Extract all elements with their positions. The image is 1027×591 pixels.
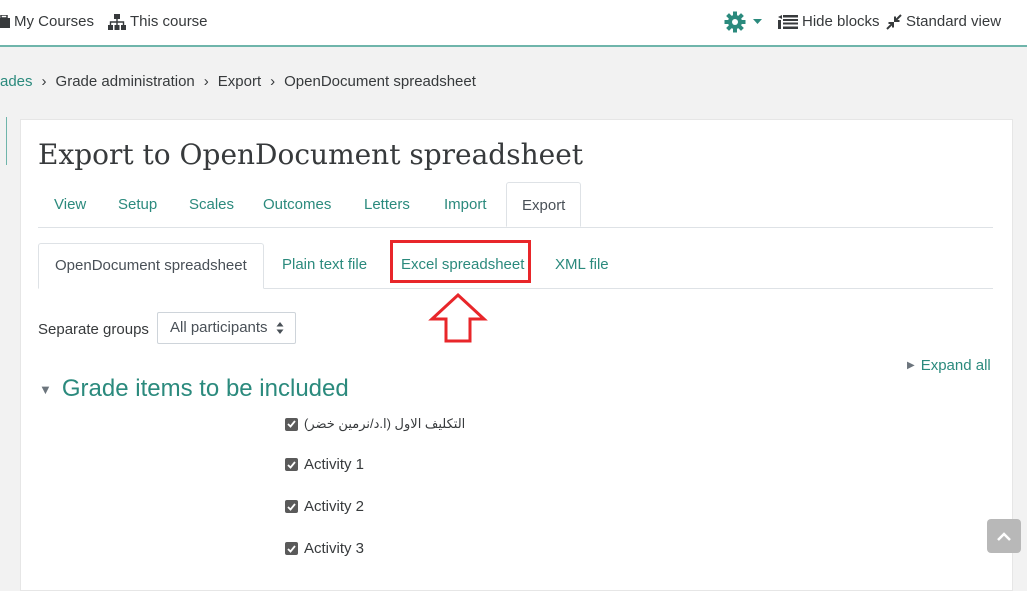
caret-down-icon: ▼	[39, 381, 52, 397]
drawer-edge[interactable]	[0, 117, 7, 165]
hide-blocks-label: Hide blocks	[802, 13, 880, 30]
breadcrumb-grade-administration[interactable]: Grade administration	[56, 73, 195, 90]
scroll-to-top-button[interactable]	[987, 519, 1021, 553]
tab-xml-file[interactable]: XML file	[555, 243, 609, 288]
breadcrumb-grades[interactable]: ades	[0, 73, 33, 90]
grade-item-label: Activity 1	[304, 456, 365, 473]
arrow-up-annotation-icon	[428, 292, 488, 343]
settings-menu-button[interactable]	[724, 11, 766, 33]
this-course-link[interactable]: This course	[108, 13, 208, 30]
grade-item-checkbox-row[interactable]: Activity 3	[285, 540, 364, 557]
breadcrumb-separator: ›	[41, 73, 47, 90]
tab-outcomes[interactable]: Outcomes	[263, 182, 331, 227]
section-title: Grade items to be included	[61, 375, 349, 402]
grade-item-label: Activity 3	[304, 540, 365, 557]
tab-opendocument-spreadsheet[interactable]: OpenDocument spreadsheet	[38, 243, 264, 289]
caret-down-icon	[753, 19, 762, 24]
breadcrumb-export[interactable]: Export	[218, 73, 261, 90]
groups-select-value: All participants	[170, 319, 268, 336]
tab-plain-text-file[interactable]: Plain text file	[282, 243, 367, 288]
breadcrumb: ades › Grade administration › Export › OpenDoc…	[0, 73, 476, 90]
standard-view-button[interactable]: Standard view	[886, 13, 1001, 30]
my-courses-link[interactable]: My Courses	[0, 13, 94, 30]
tab-scales[interactable]: Scales	[189, 182, 234, 227]
check-icon	[287, 420, 296, 428]
grade-item-checkbox-row[interactable]: التكليف الاول (ا.د/نرمين خضر)	[285, 416, 465, 432]
checkbox[interactable]	[285, 417, 298, 431]
page-title: Export to OpenDocument spreadsheet	[38, 138, 584, 171]
tab-setup[interactable]: Setup	[118, 182, 157, 227]
grade-item-checkbox-row[interactable]: Activity 1	[285, 456, 364, 473]
this-course-label: This course	[130, 13, 208, 30]
check-icon	[287, 544, 296, 553]
list-icon	[778, 14, 798, 29]
checkbox[interactable]	[285, 458, 298, 471]
grade-item-checkbox-row[interactable]: Activity 2	[285, 498, 364, 515]
breadcrumb-separator: ›	[203, 73, 209, 90]
my-courses-label: My Courses	[14, 13, 95, 30]
groups-select[interactable]: All participants	[157, 312, 296, 344]
grade-item-label: التكليف الاول (ا.د/نرمين خضر)	[304, 416, 466, 431]
chevron-up-icon	[997, 531, 1011, 541]
highlight-annotation-box	[390, 240, 531, 283]
breadcrumb-separator: ›	[270, 73, 276, 90]
tab-export[interactable]: Export	[506, 182, 582, 227]
grade-item-label: Activity 2	[304, 498, 365, 515]
briefcase-icon	[0, 15, 10, 28]
primary-tabs: View Setup Scales Outcomes Letters Impor…	[38, 182, 993, 228]
standard-view-label: Standard view	[906, 13, 1002, 30]
top-navbar: My Courses This course Hide blocks Stand…	[0, 0, 1027, 47]
breadcrumb-current: OpenDocument spreadsheet	[284, 73, 476, 90]
expand-all-link[interactable]: ▶ Expand all	[907, 357, 991, 374]
caret-right-icon: ▶	[907, 360, 915, 371]
sitemap-icon	[108, 13, 126, 30]
tab-letters[interactable]: Letters	[364, 182, 410, 227]
gear-icon	[724, 11, 746, 33]
tab-import[interactable]: Import	[444, 182, 487, 227]
tab-view[interactable]: View	[54, 182, 86, 227]
check-icon	[287, 460, 296, 469]
checkbox[interactable]	[285, 500, 298, 513]
checkbox[interactable]	[285, 542, 298, 555]
hide-blocks-button[interactable]: Hide blocks	[778, 13, 880, 30]
expand-all-label: Expand all	[920, 357, 991, 374]
section-header-grade-items[interactable]: ▼ Grade items to be included	[39, 375, 349, 403]
main-content-card: Export to OpenDocument spreadsheet View …	[20, 119, 1013, 591]
compress-icon	[886, 13, 902, 30]
check-icon	[287, 502, 296, 511]
groups-label: Separate groups	[38, 321, 149, 338]
select-arrows-icon	[276, 313, 284, 355]
